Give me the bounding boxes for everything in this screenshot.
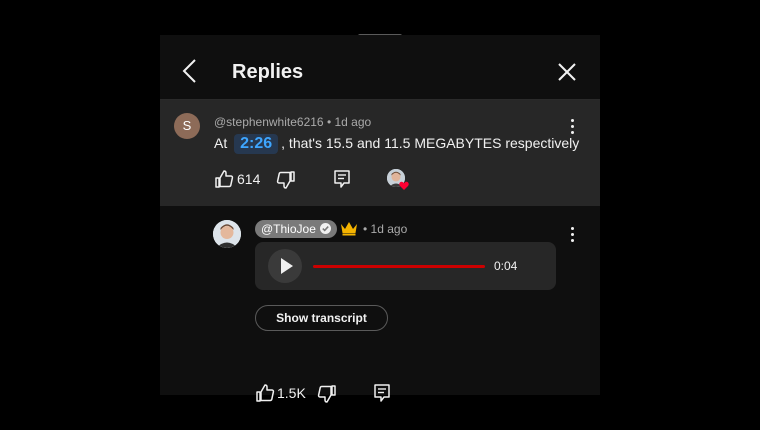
like-icon[interactable] — [255, 383, 275, 403]
avatar[interactable] — [213, 220, 241, 248]
reply-comment: @ThioJoe • 1d ago 0:04 Show transcript 1… — [160, 206, 600, 403]
comment-meta: @stephenwhite6216 • 1d ago — [214, 115, 371, 129]
comment-text: At 2:26, that's 15.5 and 11.5 MEGABYTES … — [214, 134, 579, 154]
parent-comment: S @stephenwhite6216 • 1d ago At 2:26, th… — [160, 100, 600, 206]
crown-icon — [341, 222, 357, 236]
like-icon[interactable] — [214, 169, 234, 189]
like-count: 614 — [237, 171, 261, 187]
reply-icon[interactable] — [372, 383, 392, 403]
comment-author[interactable]: @stephenwhite6216 — [214, 115, 324, 129]
voice-reply-player: 0:04 — [255, 242, 556, 290]
play-button[interactable] — [268, 249, 302, 283]
more-options-icon[interactable] — [570, 119, 574, 135]
back-arrow-icon[interactable] — [178, 57, 202, 85]
replies-panel: Replies S @stephenwhite6216 • 1d ago At … — [160, 35, 600, 403]
dislike-icon[interactable] — [276, 170, 296, 190]
reply-icon[interactable] — [332, 169, 352, 189]
reply-time: 1d ago — [370, 222, 408, 236]
meta-separator: • — [326, 115, 332, 129]
play-icon — [281, 258, 293, 274]
audio-duration: 0:04 — [494, 259, 518, 273]
dislike-icon[interactable] — [317, 384, 337, 404]
panel-title: Replies — [232, 61, 304, 83]
show-transcript-button[interactable]: Show transcript — [255, 305, 388, 331]
audio-progress-bar[interactable] — [313, 265, 485, 268]
heart-icon — [399, 181, 409, 190]
close-icon[interactable] — [556, 61, 578, 83]
panel-header: Replies — [160, 35, 600, 100]
reply-meta: • 1d ago — [363, 222, 407, 236]
like-count: 1.5K — [277, 385, 306, 401]
reply-author: @ThioJoe — [261, 222, 316, 236]
meta-separator: • — [363, 222, 368, 236]
creator-name-chip[interactable]: @ThioJoe — [255, 220, 337, 238]
avatar[interactable]: S — [174, 113, 200, 139]
comment-text-start: At — [214, 135, 228, 151]
comment-text-end: , that's 15.5 and 11.5 MEGABYTES respect… — [281, 135, 580, 151]
verified-check-icon — [319, 223, 331, 234]
more-options-icon[interactable] — [570, 227, 574, 243]
comment-time: 1d ago — [334, 115, 372, 129]
timestamp-link[interactable]: 2:26 — [234, 134, 279, 154]
